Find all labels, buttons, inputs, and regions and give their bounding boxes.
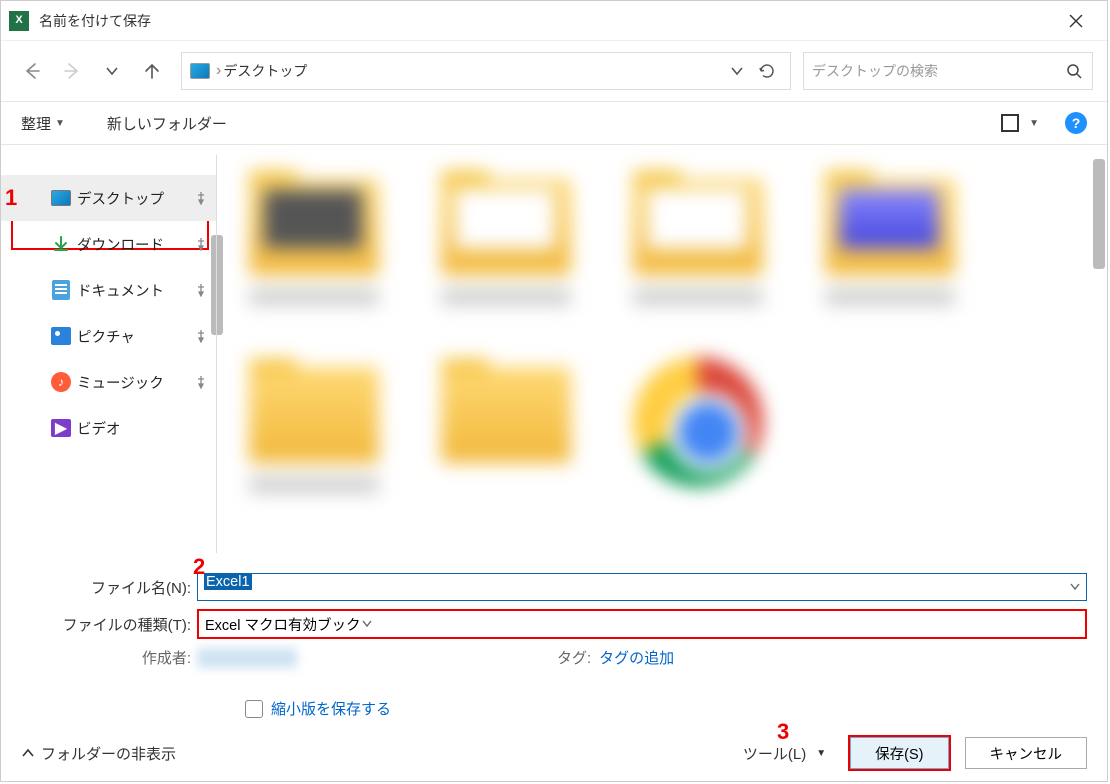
chevron-up-icon xyxy=(21,746,35,760)
tag-add-link[interactable]: タグの追加 xyxy=(599,647,674,668)
filetype-combobox[interactable]: Excel マクロ有効ブック xyxy=(197,609,1087,639)
caret-down-icon: ▼ xyxy=(55,118,65,129)
picture-icon xyxy=(51,326,71,346)
arrow-up-icon xyxy=(143,62,161,80)
file-list-pane[interactable] xyxy=(217,145,1107,563)
folder-item[interactable] xyxy=(427,357,585,519)
dialog-footer: フォルダーの非表示 ツール(L) ▼ 保存(S) キャンセル xyxy=(1,725,1107,781)
toolbar: 整理 ▼ 新しいフォルダー ▼ ? xyxy=(1,101,1107,145)
caret-down-icon: ▼ xyxy=(1029,118,1039,129)
titlebar: X 名前を付けて保存 xyxy=(1,1,1107,41)
address-location: デスクトップ xyxy=(223,61,307,81)
breadcrumb-separator-icon: › xyxy=(216,62,221,80)
sidebar-item-downloads[interactable]: ダウンロード xyxy=(1,221,217,267)
window-title: 名前を付けて保存 xyxy=(39,11,151,31)
author-value[interactable] xyxy=(197,648,297,668)
monitor-icon xyxy=(190,63,210,79)
chevron-down-icon xyxy=(105,64,119,78)
hide-folders-label: フォルダーの非表示 xyxy=(41,743,176,764)
filename-value: Excel1 xyxy=(204,574,252,590)
address-dropdown[interactable] xyxy=(722,56,752,86)
save-button[interactable]: 保存(S) xyxy=(850,737,948,769)
pin-icon xyxy=(195,237,207,251)
caret-down-icon: ▼ xyxy=(816,748,826,759)
sidebar-item-desktop[interactable]: デスクトップ xyxy=(1,175,217,221)
folder-item[interactable] xyxy=(811,169,969,331)
chevron-down-icon xyxy=(730,64,744,78)
address-bar[interactable]: › デスクトップ xyxy=(181,52,791,90)
close-button[interactable] xyxy=(1053,3,1099,39)
refresh-button[interactable] xyxy=(752,56,782,86)
help-icon: ? xyxy=(1072,115,1081,131)
thumbnail-checkbox-label[interactable]: 縮小版を保存する xyxy=(271,698,391,719)
video-icon: ▶ xyxy=(51,418,71,438)
sidebar: デスクトップ ダウンロード ドキュメント ピクチャ xyxy=(1,145,217,563)
help-button[interactable]: ? xyxy=(1065,112,1087,134)
close-icon xyxy=(1069,14,1083,28)
annotation-2: 2 xyxy=(193,554,205,580)
search-input[interactable] xyxy=(812,63,1064,79)
organize-menu[interactable]: 整理 ▼ xyxy=(21,113,65,134)
new-folder-button[interactable]: 新しいフォルダー xyxy=(107,113,227,134)
nav-up-button[interactable] xyxy=(135,54,169,88)
chrome-item[interactable] xyxy=(619,357,777,519)
cancel-button[interactable]: キャンセル xyxy=(965,737,1088,769)
sidebar-item-documents[interactable]: ドキュメント xyxy=(1,267,217,313)
filename-input[interactable]: Excel1 xyxy=(197,573,1087,601)
search-box[interactable] xyxy=(803,52,1093,90)
arrow-right-icon xyxy=(63,62,81,80)
organize-label: 整理 xyxy=(21,113,51,134)
pin-icon xyxy=(195,283,207,297)
tag-label: タグ: xyxy=(557,647,591,668)
folder-item[interactable] xyxy=(619,169,777,331)
sidebar-item-label: デスクトップ xyxy=(77,188,164,209)
arrow-left-icon xyxy=(23,62,41,80)
sidebar-item-label: ドキュメント xyxy=(77,280,164,301)
pin-icon xyxy=(195,375,207,389)
author-label: 作成者: xyxy=(21,647,197,668)
tools-label: ツール(L) xyxy=(743,743,806,764)
desktop-icon xyxy=(51,188,71,208)
pin-icon xyxy=(195,329,207,343)
refresh-icon xyxy=(758,62,776,80)
view-mode-button[interactable]: ▼ xyxy=(1001,114,1039,132)
folder-item[interactable] xyxy=(235,357,393,519)
dialog-body: デスクトップ ダウンロード ドキュメント ピクチャ xyxy=(1,145,1107,563)
tools-menu[interactable]: ツール(L) ▼ xyxy=(743,743,826,764)
thumbnail-checkbox[interactable] xyxy=(245,700,263,718)
filetype-value: Excel マクロ有効ブック xyxy=(205,614,361,635)
navbar: › デスクトップ xyxy=(1,41,1107,101)
chevron-down-icon xyxy=(361,618,373,630)
download-icon xyxy=(51,234,71,254)
search-icon xyxy=(1064,61,1084,81)
sidebar-item-label: ミュージック xyxy=(77,372,164,393)
music-icon: ♪ xyxy=(51,372,71,392)
folder-item[interactable] xyxy=(235,169,393,331)
hide-folders-button[interactable]: フォルダーの非表示 xyxy=(21,743,176,764)
pin-icon xyxy=(195,191,207,205)
sidebar-item-label: ビデオ xyxy=(77,418,121,439)
annotation-3: 3 xyxy=(777,719,789,745)
sidebar-item-label: ダウンロード xyxy=(77,234,164,255)
save-as-dialog: 1 2 3 X 名前を付けて保存 › デスクトップ xyxy=(0,0,1108,782)
content-scrollbar[interactable] xyxy=(1093,159,1105,269)
folder-grid xyxy=(227,161,1097,527)
filename-label: ファイル名(N): xyxy=(21,577,197,598)
excel-app-icon: X xyxy=(9,11,29,31)
nav-back-button[interactable] xyxy=(15,54,49,88)
sidebar-item-pictures[interactable]: ピクチャ xyxy=(1,313,217,359)
document-icon xyxy=(51,280,71,300)
nav-recent-button[interactable] xyxy=(95,54,129,88)
annotation-1: 1 xyxy=(5,185,17,211)
sidebar-item-label: ピクチャ xyxy=(77,326,135,347)
nav-forward-button[interactable] xyxy=(55,54,89,88)
filename-combobox[interactable]: Excel1 xyxy=(197,573,1087,601)
sidebar-item-videos[interactable]: ▶ ビデオ xyxy=(1,405,217,451)
view-icon xyxy=(1001,114,1019,132)
filetype-label: ファイルの種類(T): xyxy=(21,614,197,635)
folder-item[interactable] xyxy=(427,169,585,331)
save-fields: ファイル名(N): Excel1 ファイルの種類(T): Excel マクロ有効… xyxy=(1,563,1107,725)
sidebar-item-music[interactable]: ♪ ミュージック xyxy=(1,359,217,405)
